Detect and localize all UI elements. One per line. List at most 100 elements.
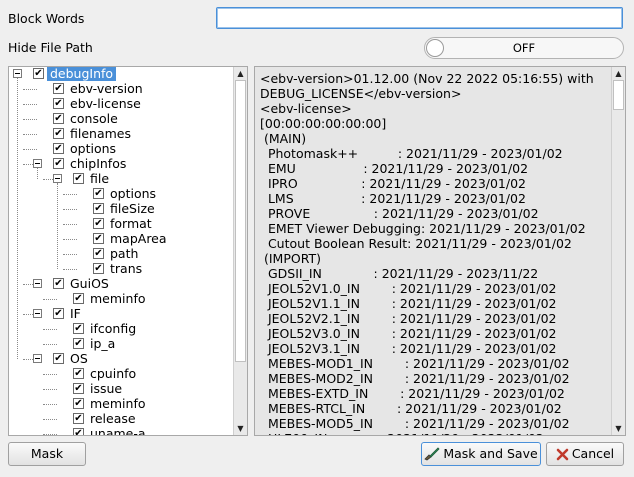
tree-node[interactable]: IF bbox=[9, 307, 233, 322]
debug-info-tree[interactable]: debugInfoebv-versionebv-licenseconsolefi… bbox=[8, 66, 248, 436]
hide-file-path-toggle[interactable]: OFF bbox=[424, 37, 624, 59]
text-line: (IMPORT) bbox=[260, 251, 321, 266]
tree-node-checkbox[interactable] bbox=[73, 428, 84, 435]
tree-node-checkbox[interactable] bbox=[73, 173, 84, 184]
tree-node[interactable]: mapArea bbox=[9, 232, 233, 247]
collapse-icon[interactable] bbox=[33, 354, 42, 363]
collapse-icon[interactable] bbox=[53, 174, 62, 183]
tree-node[interactable]: path bbox=[9, 247, 233, 262]
tree-node-checkbox[interactable] bbox=[53, 158, 64, 169]
tree-node-checkbox[interactable] bbox=[53, 128, 64, 139]
tree-node[interactable]: options bbox=[9, 187, 233, 202]
tree-node[interactable]: format bbox=[9, 217, 233, 232]
tree-node-checkbox[interactable] bbox=[53, 83, 64, 94]
tree-connector bbox=[43, 344, 57, 345]
tree-node-label: issue bbox=[90, 381, 123, 396]
tree-node-checkbox[interactable] bbox=[53, 353, 64, 364]
tree-node[interactable]: file bbox=[9, 172, 233, 187]
block-words-label: Block Words bbox=[8, 11, 85, 26]
collapse-icon[interactable] bbox=[13, 69, 22, 78]
tree-node-checkbox[interactable] bbox=[53, 143, 64, 154]
tree-node-checkbox[interactable] bbox=[93, 233, 104, 244]
tree-node[interactable]: console bbox=[9, 112, 233, 127]
tree-connector bbox=[23, 119, 37, 120]
tree-node[interactable]: GuiOS bbox=[9, 277, 233, 292]
tree-node[interactable]: release bbox=[9, 412, 233, 427]
tree-node-checkbox[interactable] bbox=[93, 188, 104, 199]
tree-node[interactable]: meminfo bbox=[9, 292, 233, 307]
tree-node-checkbox[interactable] bbox=[73, 293, 84, 304]
tree-node-checkbox[interactable] bbox=[73, 398, 84, 409]
scroll-down-arrow-icon[interactable]: ▼ bbox=[234, 422, 247, 435]
tree-node[interactable]: issue bbox=[9, 382, 233, 397]
tree-node[interactable]: ip_a bbox=[9, 337, 233, 352]
block-words-input[interactable] bbox=[216, 7, 623, 29]
text-line: MEBES-RTCL_IN : 2021/11/29 - 2023/01/02 bbox=[260, 401, 562, 416]
tree-node[interactable]: fileSize bbox=[9, 202, 233, 217]
tree-node-label: trans bbox=[110, 261, 143, 276]
tree-node-label: meminfo bbox=[90, 291, 146, 306]
text-line: JEOL52V3.0_IN : 2021/11/29 - 2023/01/02 bbox=[260, 326, 557, 341]
scroll-up-arrow-icon[interactable]: ▲ bbox=[612, 67, 625, 80]
tree-node[interactable]: chipInfos bbox=[9, 157, 233, 172]
tree-node[interactable]: debugInfo bbox=[9, 67, 233, 82]
tree-node-checkbox[interactable] bbox=[73, 413, 84, 424]
tree-node-checkbox[interactable] bbox=[73, 383, 84, 394]
tree-node-label: options bbox=[110, 186, 157, 201]
tree-connector bbox=[23, 359, 33, 360]
tree-connector bbox=[43, 179, 53, 180]
collapse-icon[interactable] bbox=[33, 159, 42, 168]
tree-node[interactable]: ifconfig bbox=[9, 322, 233, 337]
cancel-button[interactable]: Cancel bbox=[546, 442, 624, 466]
mask-and-save-label: Mask and Save bbox=[443, 446, 538, 461]
tree-node-checkbox[interactable] bbox=[53, 308, 64, 319]
tree-node-checkbox[interactable] bbox=[73, 368, 84, 379]
tree-connector bbox=[63, 254, 77, 255]
tree-node-checkbox[interactable] bbox=[53, 98, 64, 109]
text-line: JEOL52V1.0_IN : 2021/11/29 - 2023/01/02 bbox=[260, 281, 557, 296]
tree-node-checkbox[interactable] bbox=[33, 68, 44, 79]
tree-node-checkbox[interactable] bbox=[93, 248, 104, 259]
text-vertical-scrollbar[interactable]: ▲ ▼ bbox=[611, 67, 625, 435]
tree-node[interactable]: ebv-version bbox=[9, 82, 233, 97]
mask-and-save-button[interactable]: Mask and Save bbox=[421, 442, 541, 466]
tree-node[interactable]: OS bbox=[9, 352, 233, 367]
tree-node[interactable]: options bbox=[9, 142, 233, 157]
text-line: <ebv-version>01.12.00 (Nov 22 2022 05:16… bbox=[260, 71, 594, 86]
mask-button-label: Mask bbox=[30, 446, 64, 461]
text-line: GDSII_IN : 2021/11/29 - 2023/11/22 bbox=[260, 266, 539, 281]
hide-file-path-label: Hide File Path bbox=[8, 40, 93, 55]
mask-button[interactable]: Mask bbox=[8, 442, 86, 466]
text-line: DEBUG_LICENSE</ebv-version> bbox=[260, 86, 462, 101]
collapse-icon[interactable] bbox=[33, 279, 42, 288]
tree-scrollbar-thumb[interactable] bbox=[235, 80, 246, 362]
tree-node-checkbox[interactable] bbox=[93, 203, 104, 214]
tree-node-checkbox[interactable] bbox=[73, 323, 84, 334]
tree-connector bbox=[37, 168, 38, 179]
tree-node[interactable]: trans bbox=[9, 262, 233, 277]
tree-node[interactable]: cpuinfo bbox=[9, 367, 233, 382]
tree-connector bbox=[63, 239, 77, 240]
tree-vertical-scrollbar[interactable]: ▲ ▼ bbox=[233, 67, 247, 435]
tree-node[interactable]: ebv-license bbox=[9, 97, 233, 112]
tree-node-checkbox[interactable] bbox=[93, 263, 104, 274]
tree-node-checkbox[interactable] bbox=[93, 218, 104, 229]
debug-info-text-view[interactable]: <ebv-version>01.12.00 (Nov 22 2022 05:16… bbox=[254, 66, 626, 436]
scroll-up-arrow-icon[interactable]: ▲ bbox=[234, 67, 247, 80]
text-line: Photomask++ : 2021/11/29 - 2023/01/02 bbox=[260, 146, 563, 161]
tree-node-checkbox[interactable] bbox=[53, 113, 64, 124]
tree-node[interactable]: meminfo bbox=[9, 397, 233, 412]
text-line: [00:00:00:00:00:00] bbox=[260, 116, 387, 131]
tree-node[interactable]: uname-a bbox=[9, 427, 233, 435]
tree-node-checkbox[interactable] bbox=[73, 338, 84, 349]
text-line: Cutout Boolean Result: 2021/11/29 - 2023… bbox=[260, 236, 572, 251]
tree-node-checkbox[interactable] bbox=[53, 278, 64, 289]
toggle-state-label: OFF bbox=[512, 41, 536, 55]
collapse-icon[interactable] bbox=[33, 309, 42, 318]
tree-node-label: IF bbox=[70, 306, 81, 321]
tree-node-label: options bbox=[70, 141, 117, 156]
tree-node[interactable]: filenames bbox=[9, 127, 233, 142]
text-scrollbar-thumb[interactable] bbox=[613, 80, 624, 110]
brush-icon bbox=[424, 446, 440, 468]
scroll-down-arrow-icon[interactable]: ▼ bbox=[612, 422, 625, 435]
